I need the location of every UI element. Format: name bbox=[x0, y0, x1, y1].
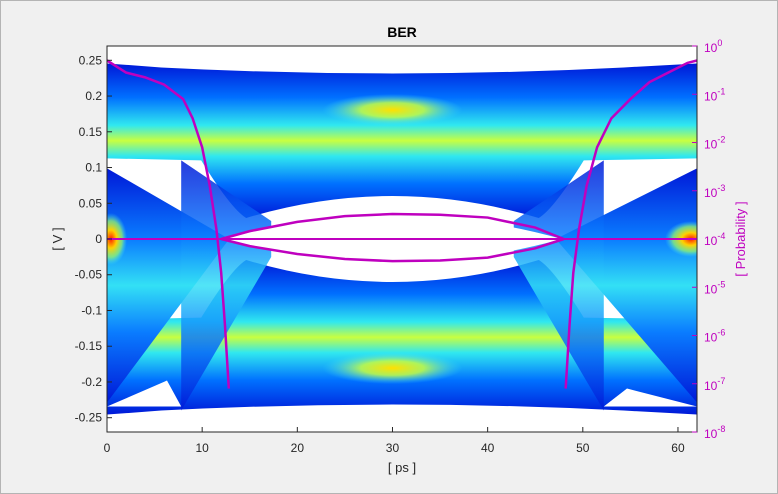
y2-tick-label: 10-3 bbox=[704, 183, 725, 200]
y-tick-label: 0.1 bbox=[85, 161, 102, 175]
y2-tick-label: 10-6 bbox=[704, 328, 725, 345]
y-tick-label: -0.05 bbox=[75, 268, 103, 282]
x-tick-label: 0 bbox=[104, 441, 111, 455]
y-axis-label: [ V ] bbox=[50, 227, 65, 250]
y2-tick-label: 100 bbox=[704, 38, 722, 55]
lower-rail-hotspot bbox=[322, 352, 463, 385]
x-axis-label: [ ps ] bbox=[388, 460, 416, 475]
y-tick-label: -0.1 bbox=[81, 303, 102, 317]
y-tick-label: 0.2 bbox=[85, 89, 102, 103]
y-tick-label: -0.25 bbox=[75, 411, 103, 425]
y2-tick-label: 10-1 bbox=[704, 86, 725, 103]
chart-title: BER bbox=[387, 24, 417, 40]
y2-axis-label: [ Probability ] bbox=[733, 201, 748, 276]
y-tick-label: 0.25 bbox=[79, 53, 103, 67]
x-tick-label: 10 bbox=[195, 441, 209, 455]
x-tick-label: 60 bbox=[671, 441, 685, 455]
x-tick-label: 20 bbox=[291, 441, 305, 455]
y2-tick-label: 10-5 bbox=[704, 279, 725, 296]
y2-tick-label: 10-2 bbox=[704, 135, 725, 152]
upper-rail-hotspot bbox=[322, 93, 463, 126]
y2-tick-label: 10-4 bbox=[704, 231, 725, 248]
y2-tick-label: 10-7 bbox=[704, 376, 725, 393]
y-tick-label: -0.15 bbox=[75, 339, 103, 353]
x-tick-label: 50 bbox=[576, 441, 590, 455]
eye-diagram-chart: 0 10 20 30 40 50 60 0.25 0.2 0.15 0.1 0.05 0 -0.05 -0.… bbox=[50, 24, 748, 475]
y-tick-label: -0.2 bbox=[81, 375, 102, 389]
y-tick-label: 0.15 bbox=[79, 125, 103, 139]
x-tick-label: 30 bbox=[386, 441, 400, 455]
y2-tick-label: 10-8 bbox=[704, 424, 725, 441]
x-tick-label: 40 bbox=[481, 441, 495, 455]
y-tick-label: 0.05 bbox=[79, 196, 103, 210]
y-tick-label: 0 bbox=[95, 232, 102, 246]
